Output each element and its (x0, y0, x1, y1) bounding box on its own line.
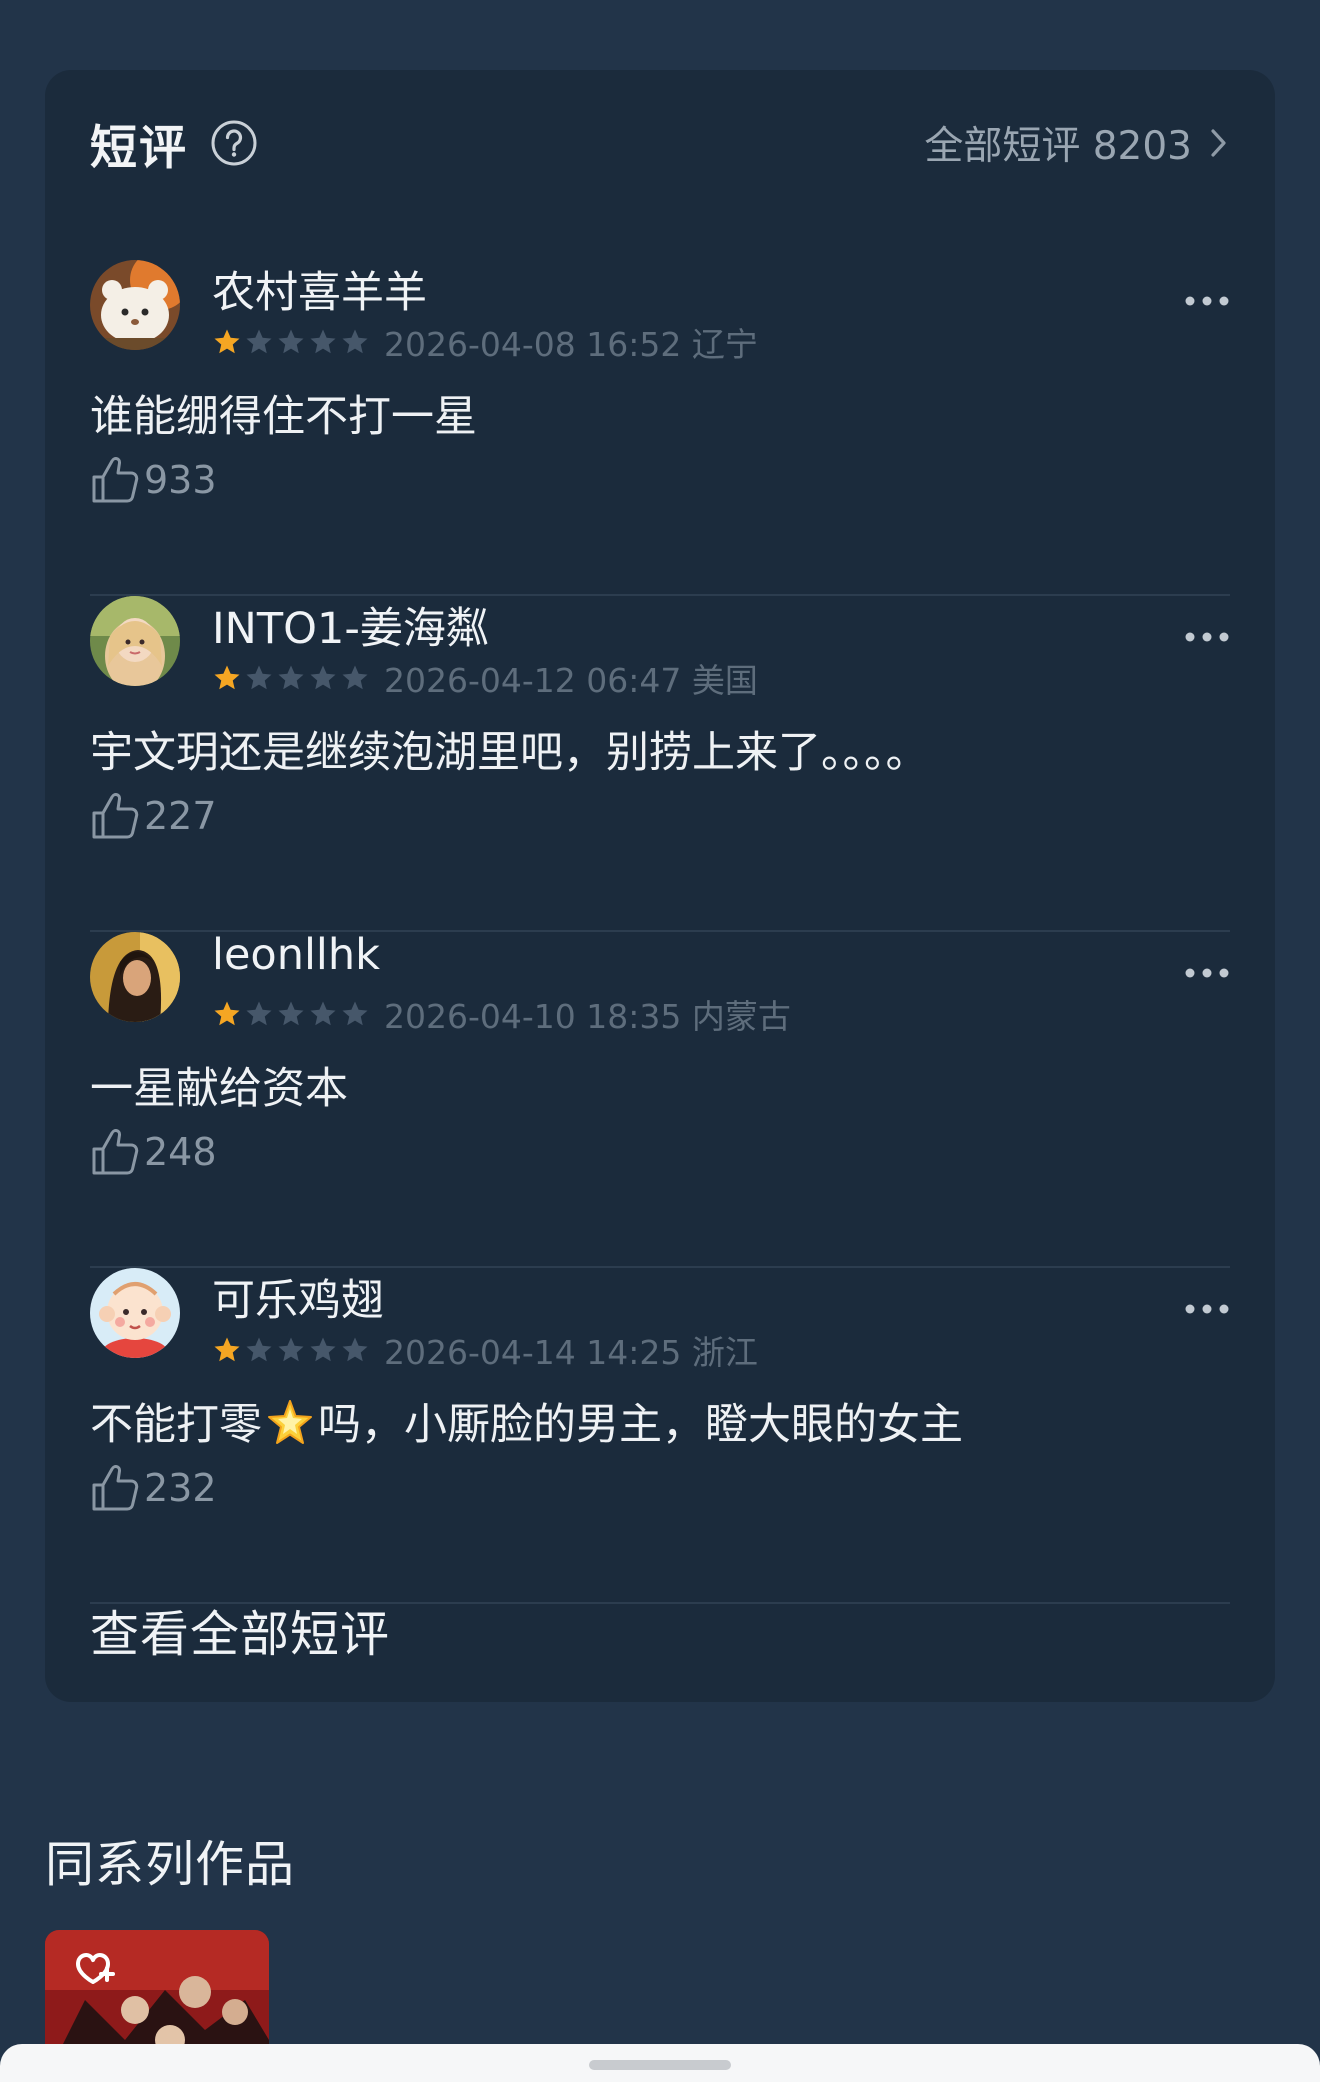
avatar[interactable] (90, 1268, 180, 1358)
star-filled-icon (214, 1001, 240, 1026)
chevron-right-icon (1211, 129, 1226, 157)
review-comment: 宇文玥还是继续泡湖里吧，别捞上来了。。。。 (90, 728, 929, 778)
star-rating (212, 999, 370, 1029)
username[interactable]: leonllhk (212, 930, 380, 980)
rating-meta-row: 2026-04-12 06:47 美国 (212, 658, 758, 700)
review-item: 农村喜羊羊 2026-04-08 16:52 辽宁 谁能绷得住不打一星 933 (90, 260, 1230, 596)
help-icon[interactable] (210, 119, 258, 167)
more-options-icon[interactable] (1184, 294, 1230, 308)
more-options-icon[interactable] (1184, 1302, 1230, 1316)
star-empty-icon (278, 1001, 304, 1026)
like-button[interactable]: 933 (90, 452, 217, 508)
header-left: 短评 (90, 109, 258, 178)
all-reviews-label: 全部短评 8203 (924, 124, 1192, 169)
view-all-reviews-button[interactable]: 查看全部短评 (90, 1595, 390, 1666)
star-empty-icon (278, 665, 304, 690)
like-count: 248 (144, 1130, 217, 1174)
review-timestamp-location: 2026-04-14 14:25 浙江 (384, 1333, 758, 1372)
star-filled-icon (214, 665, 240, 690)
short-reviews-card: 短评 全部短评 8203 农村喜羊羊 2026-04-08 16:52 辽宁 谁… (45, 70, 1275, 1702)
bottom-sheet-bar (0, 2044, 1320, 2082)
short-reviews-header: 短评 全部短评 8203 (90, 112, 1230, 176)
review-comment-part: 吗，小厮脸的男主，瞪大眼的女主 (318, 1400, 963, 1450)
like-count: 232 (144, 1466, 217, 1510)
star-filled-icon (214, 329, 240, 354)
star-rating (212, 663, 370, 693)
more-options-icon[interactable] (1184, 630, 1230, 644)
star-empty-icon (246, 1001, 272, 1026)
star-empty-icon (310, 1001, 336, 1026)
like-button[interactable]: 232 (90, 1460, 217, 1516)
star-empty-icon (246, 329, 272, 354)
review-timestamp-location: 2026-04-12 06:47 美国 (384, 661, 758, 700)
review-item: 可乐鸡翅 2026-04-14 14:25 浙江 不能打零 吗，小厮脸的男主，瞪… (90, 1268, 1230, 1604)
thumbs-up-icon (92, 457, 139, 503)
review-comment: 不能打零 吗，小厮脸的男主，瞪大眼的女主 (90, 1390, 963, 1452)
star-empty-icon (310, 329, 336, 354)
star-empty-icon (278, 329, 304, 354)
review-item: INTO1-姜海粼 2026-04-12 06:47 美国 宇文玥还是继续泡湖里… (90, 596, 1230, 932)
star-empty-icon (278, 1337, 304, 1362)
review-timestamp-location: 2026-04-08 16:52 辽宁 (384, 325, 758, 364)
avatar[interactable] (90, 932, 180, 1022)
review-comment: 谁能绷得住不打一星 (90, 392, 477, 442)
username[interactable]: 农村喜羊羊 (212, 258, 427, 320)
series-section-title: 同系列作品 (45, 1836, 296, 1893)
thumbs-up-icon (92, 1465, 139, 1511)
star-empty-icon (310, 665, 336, 690)
like-button[interactable]: 248 (90, 1124, 217, 1180)
section-title: 短评 (90, 120, 188, 176)
review-comment: 一星献给资本 (90, 1064, 348, 1114)
star-empty-icon (342, 1001, 368, 1026)
star-rating (212, 327, 370, 357)
all-reviews-link[interactable]: 全部短评 8203 (924, 115, 1230, 171)
star-empty-icon (342, 1337, 368, 1362)
avatar[interactable] (90, 260, 180, 350)
star-rating (212, 1335, 370, 1365)
review-comment-part: 不能打零 (90, 1400, 262, 1450)
star-empty-icon (342, 665, 368, 690)
like-count: 227 (144, 794, 217, 838)
like-button[interactable]: 227 (90, 788, 217, 844)
home-indicator[interactable] (589, 2060, 731, 2070)
thumbs-up-icon (92, 1129, 139, 1175)
avatar[interactable] (90, 596, 180, 686)
star-empty-icon (342, 329, 368, 354)
star-empty-icon (246, 1337, 272, 1362)
star-empty-icon (246, 665, 272, 690)
like-count: 933 (144, 458, 217, 502)
glowing-star-emoji-icon (268, 1400, 312, 1444)
review-timestamp-location: 2026-04-10 18:35 内蒙古 (384, 997, 791, 1036)
username[interactable]: INTO1-姜海粼 (212, 594, 489, 656)
rating-meta-row: 2026-04-10 18:35 内蒙古 (212, 994, 791, 1036)
star-empty-icon (310, 1337, 336, 1362)
rating-meta-row: 2026-04-08 16:52 辽宁 (212, 322, 758, 364)
thumbs-up-icon (92, 793, 139, 839)
review-item: leonllhk 2026-04-10 18:35 内蒙古 一星献给资本 248 (90, 930, 1230, 1268)
more-options-icon[interactable] (1184, 966, 1230, 980)
rating-meta-row: 2026-04-14 14:25 浙江 (212, 1330, 758, 1372)
username[interactable]: 可乐鸡翅 (212, 1266, 384, 1328)
star-filled-icon (214, 1337, 240, 1362)
